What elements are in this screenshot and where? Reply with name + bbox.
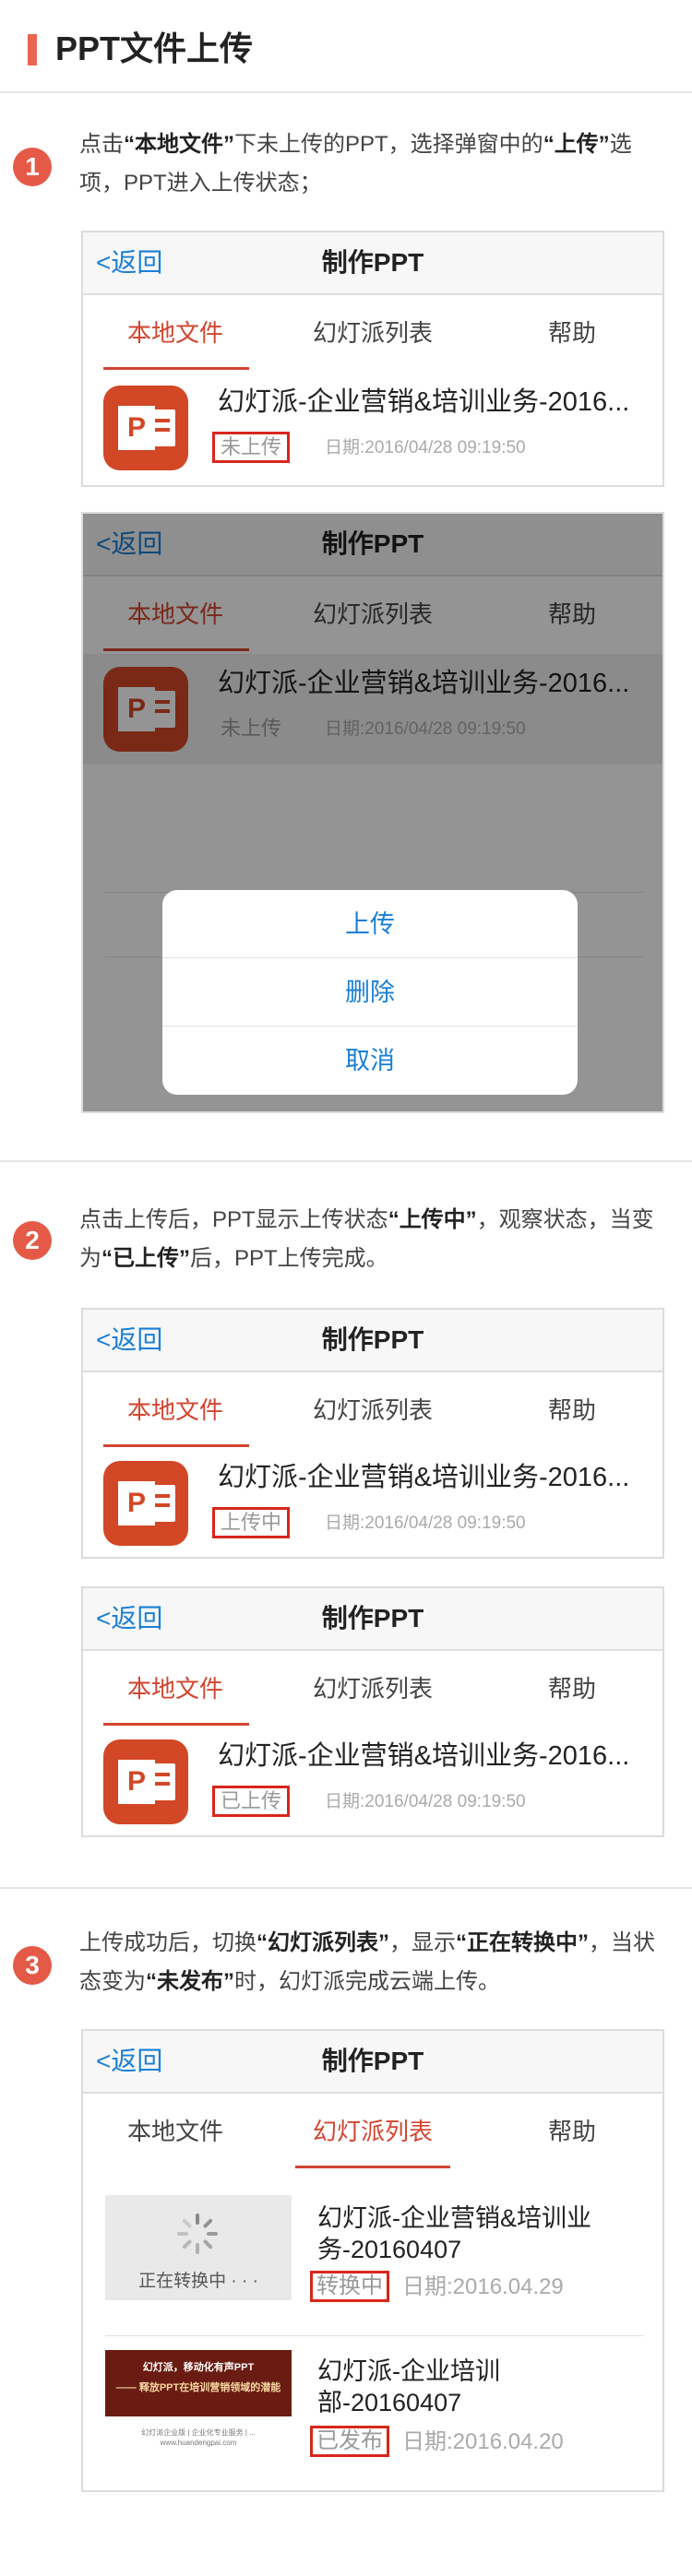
screenshot-upload-action-sheet: <返回 制作PPT 本地文件 幻灯派列表 帮助 P 幻灯派-企业营销&培训业务-… <box>81 512 664 1113</box>
item-date: 日期:2016.04.29 <box>402 2274 564 2299</box>
powerpoint-icon: P <box>103 386 188 470</box>
upload-option[interactable]: 上传 <box>162 890 578 958</box>
tab-slides-list[interactable]: 幻灯派列表 <box>290 2094 456 2169</box>
nav-title: 制作PPT <box>321 248 424 277</box>
tab-help[interactable]: 帮助 <box>489 2094 655 2169</box>
tab-local-files[interactable]: 本地文件 <box>92 1651 258 1727</box>
tab-slides-list[interactable]: 幻灯派列表 <box>290 1651 456 1727</box>
file-date: 日期:2016/04/28 09:19:50 <box>325 438 526 457</box>
step-1-badge: 1 <box>13 148 52 186</box>
tab-help[interactable]: 帮助 <box>489 1651 655 1727</box>
status-badge-not-uploaded: 未上传 <box>212 432 291 463</box>
status-badge-uploading: 上传中 <box>212 1507 291 1538</box>
active-tab-indicator <box>103 1723 249 1726</box>
list-item[interactable]: 正在转换中 · · · 幻灯派-企业营销&培训业务-20160407 转换中 日… <box>83 2186 662 2335</box>
file-name: 幻灯派-企业营销&培训业务-2016... <box>218 387 630 417</box>
nav-bar: <返回 制作PPT <box>83 1310 662 1372</box>
screenshot-uploaded: <返回 制作PPT 本地文件 幻灯派列表 帮助 P 幻灯派-企业营销&培训业务-… <box>81 1586 664 1837</box>
nav-bar: <返回 制作PPT <box>83 1588 662 1651</box>
tab-help[interactable]: 帮助 <box>489 295 655 371</box>
tab-local-files[interactable]: 本地文件 <box>92 2094 258 2169</box>
tab-slides-list[interactable]: 幻灯派列表 <box>290 1372 456 1448</box>
file-name: 幻灯派-企业营销&培训业务-2016... <box>218 1463 630 1492</box>
action-sheet: 上传 删除 取消 <box>162 890 578 1095</box>
file-row[interactable]: P 幻灯派-企业营销&培训业务-2016... 上传中 日期:2016/04/2… <box>83 1448 662 1557</box>
thumbnail-slide-cover: 幻灯派，移动化有声PPT —— 释放PPT在培训营销领域的潜能 幻灯派企业版 |… <box>105 2350 292 2455</box>
cover-title: 幻灯派，移动化有声PPT <box>142 2362 255 2373</box>
item-title: 幻灯派-企业培训部-20160407 <box>317 2357 500 2416</box>
file-date: 日期:2016/04/28 09:19:50 <box>325 1792 526 1811</box>
step-3-badge: 3 <box>13 1946 52 1985</box>
screenshot-local-files-not-uploaded: <返回 制作PPT 本地文件 幻灯派列表 帮助 P 幻灯派-企业营销&培训业务-… <box>81 231 664 487</box>
file-row[interactable]: P 幻灯派-企业营销&培训业务-2016... 未上传 日期:2016/04/2… <box>83 373 662 483</box>
nav-title: 制作PPT <box>321 2047 424 2075</box>
list-item[interactable]: 幻灯派，移动化有声PPT —— 释放PPT在培训营销领域的潜能 幻灯派企业版 |… <box>83 2339 662 2488</box>
screenshot-uploading: <返回 制作PPT 本地文件 幻灯派列表 帮助 P 幻灯派-企业营销&培训业务-… <box>81 1308 664 1559</box>
active-tab-indicator <box>295 2166 450 2168</box>
page-title: PPT文件上传 <box>55 30 254 67</box>
cover-subtitle: —— 释放PPT在培训营销领域的潜能 <box>115 2382 281 2393</box>
tab-help[interactable]: 帮助 <box>489 1372 655 1448</box>
step-2-text: 点击上传后，PPT显示上传状态“上传中”，观察状态，当变为“已上传”后，PPT上… <box>79 1207 654 1271</box>
section-divider <box>0 1887 692 1889</box>
tab-bar: 本地文件 幻灯派列表 帮助 <box>83 2094 662 2169</box>
step-3-text: 上传成功后，切换“幻灯派列表”，显示“正在转换中”，当状态变为“未发布”时，幻灯… <box>79 1930 655 1994</box>
title-accent-bar <box>28 34 37 65</box>
delete-option[interactable]: 删除 <box>162 958 578 1027</box>
tab-bar: 本地文件 幻灯派列表 帮助 <box>83 295 662 371</box>
item-date: 日期:2016.04.20 <box>402 2429 564 2454</box>
cover-footer: 幻灯派企业版 | 企业化专业服务 | ... www.huandengpai.c… <box>141 2428 256 2447</box>
thumbnail-converting: 正在转换中 · · · <box>105 2195 292 2300</box>
powerpoint-icon: P <box>103 1739 188 1824</box>
powerpoint-icon: P <box>103 1461 188 1546</box>
page-header: PPT文件上传 <box>0 0 692 93</box>
nav-title: 制作PPT <box>321 1604 424 1632</box>
file-row[interactable]: P 幻灯派-企业营销&培训业务-2016... 已上传 日期:2016/04/2… <box>83 1727 662 1835</box>
screenshot-slides-list: <返回 制作PPT 本地文件 幻灯派列表 帮助 正在转换中 · · · 幻灯派-… <box>81 2029 664 2492</box>
divider <box>105 2335 644 2336</box>
file-name: 幻灯派-企业营销&培训业务-2016... <box>218 1741 630 1771</box>
active-tab-indicator <box>103 367 249 370</box>
file-date: 日期:2016/04/28 09:19:50 <box>325 1514 526 1533</box>
section-divider <box>0 1160 692 1162</box>
status-badge-published: 已发布 <box>310 2426 389 2457</box>
converting-label: 正在转换中 · · · <box>138 2272 258 2291</box>
tab-local-files[interactable]: 本地文件 <box>92 1372 258 1448</box>
nav-bar: <返回 制作PPT <box>83 2031 662 2094</box>
step-1-text: 点击“本地文件”下未上传的PPT，选择弹窗中的“上传”选项，PPT进入上传状态； <box>79 132 632 196</box>
nav-bar: <返回 制作PPT <box>83 232 662 295</box>
nav-title: 制作PPT <box>321 1325 424 1354</box>
tab-bar: 本地文件 幻灯派列表 帮助 <box>83 1651 662 1727</box>
tab-slides-list[interactable]: 幻灯派列表 <box>290 295 456 371</box>
status-badge-uploaded: 已上传 <box>212 1786 291 1817</box>
step-2-badge: 2 <box>13 1221 52 1260</box>
status-badge-converting: 转换中 <box>310 2271 389 2302</box>
loading-spinner-icon <box>177 2214 218 2254</box>
tab-bar: 本地文件 幻灯派列表 帮助 <box>83 1372 662 1448</box>
item-title: 幻灯派-企业营销&培训业务-20160407 <box>317 2204 591 2263</box>
cancel-option[interactable]: 取消 <box>162 1027 578 1095</box>
active-tab-indicator <box>103 1444 249 1447</box>
tab-local-files[interactable]: 本地文件 <box>92 295 258 371</box>
